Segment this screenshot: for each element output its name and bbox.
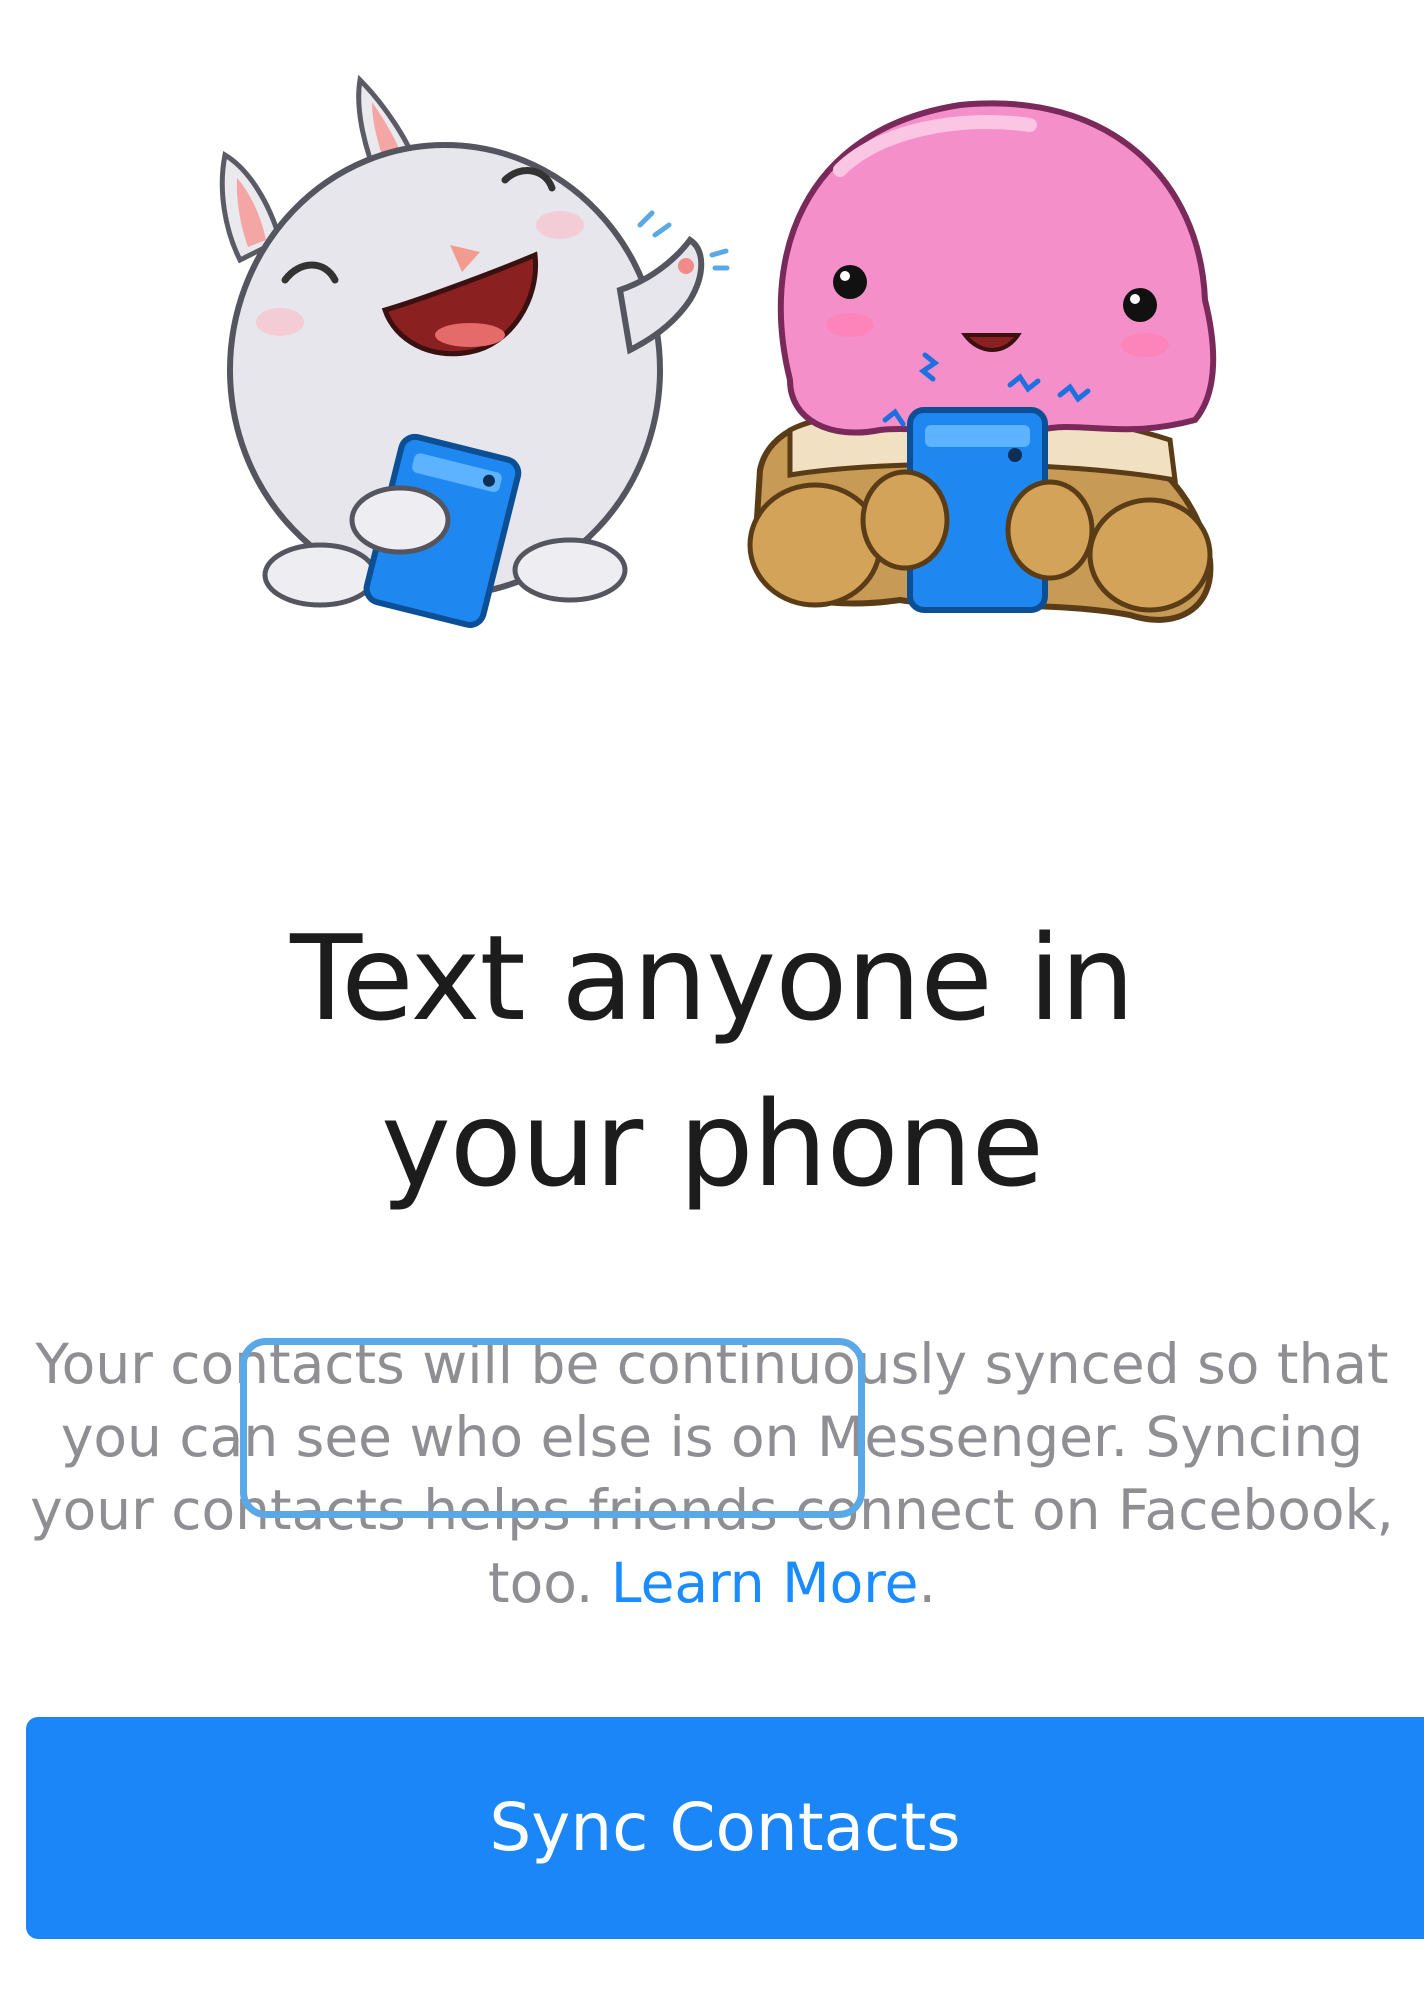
page-title: Text anyone in your phone: [0, 895, 1424, 1227]
sync-contacts-button[interactable]: Sync Contacts: [26, 1717, 1424, 1939]
description-line-3: your contacts helps friends connect on F…: [30, 1478, 1394, 1542]
description-line-1: Your contacts will be continuously synce…: [35, 1332, 1389, 1396]
title-line-1: Text anyone in: [290, 909, 1135, 1047]
sync-contacts-screen: Text anyone in your phone Your contacts …: [0, 0, 1424, 1991]
learn-more-link[interactable]: Learn More: [611, 1551, 919, 1615]
stickers-illustration: [219, 74, 1217, 628]
description-line-2: you can see who else is on Messenger. Sy…: [60, 1405, 1364, 1469]
bunny-sticker: [219, 74, 730, 628]
title-line-2: your phone: [380, 1075, 1044, 1213]
sync-description: Your contacts will be continuously synce…: [10, 1328, 1414, 1620]
ice-cream-sticker: [747, 100, 1217, 623]
description-line-4-prefix: too.: [488, 1551, 611, 1615]
description-line-4-suffix: .: [918, 1551, 936, 1615]
description-line-4: too. Learn More.: [10, 1547, 1414, 1620]
